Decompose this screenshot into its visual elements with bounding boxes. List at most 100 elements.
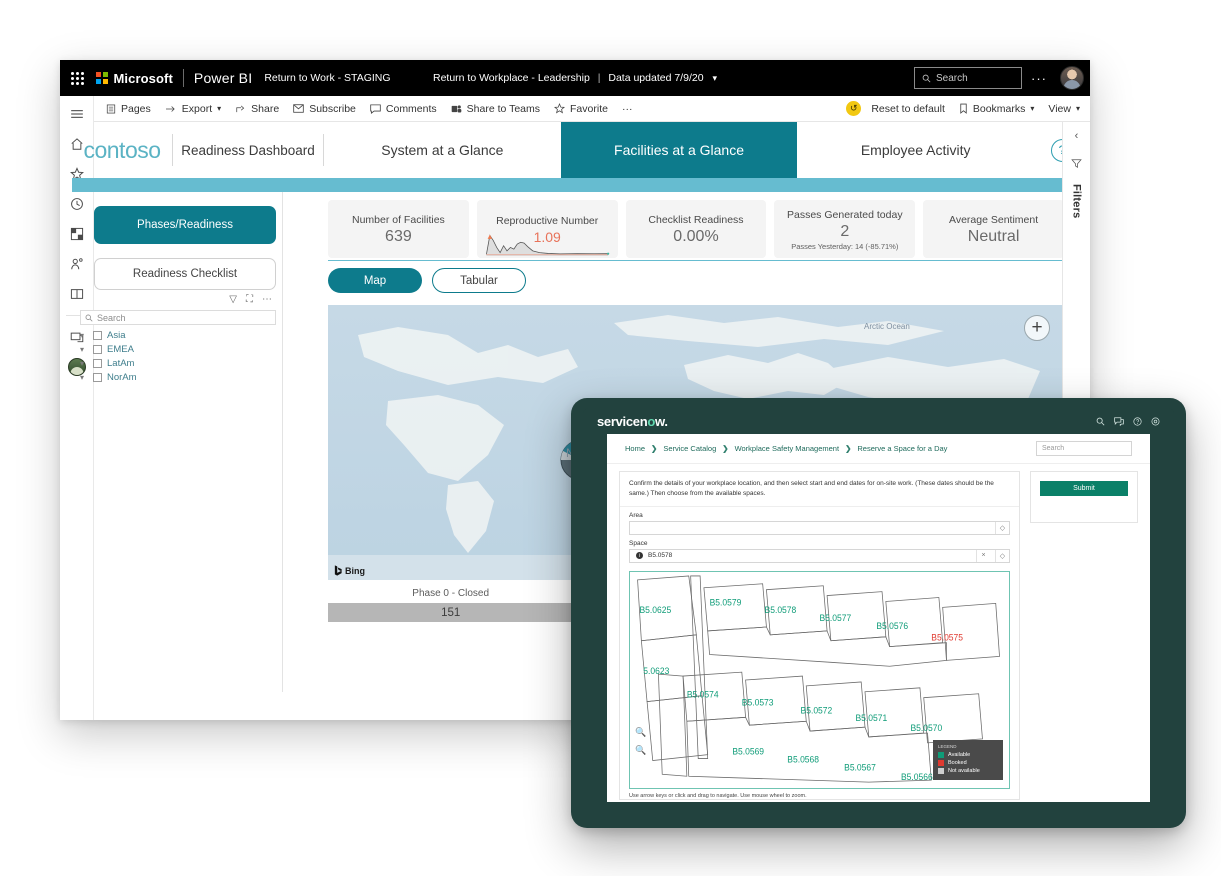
command-export[interactable]: Export ▾ <box>165 103 221 115</box>
space-label: B5.0567 <box>844 762 876 772</box>
slicer-search-placeholder: Search <box>97 313 126 323</box>
phase-header: Phase 0 - Closed <box>328 588 573 599</box>
readiness-checklist-button[interactable]: Readiness Checklist <box>94 258 276 290</box>
region-slicer: ▽ ⛶ ⋯ Search ▾ Asia ▾ EMEA <box>80 294 276 384</box>
floor-plan-map[interactable]: B5.0625 5.0623 B5.0579 B5.0578 B5.0577 B… <box>629 571 1010 789</box>
user-avatar[interactable] <box>1060 66 1084 90</box>
command-pages[interactable]: Pages <box>106 103 151 115</box>
space-input[interactable]: i B5.0578 × ◇ <box>629 549 1010 563</box>
tab-system-at-a-glance[interactable]: System at a Glance <box>324 122 561 178</box>
reservation-form: Confirm the details of your workplace lo… <box>619 471 1020 800</box>
section-divider <box>328 260 1064 261</box>
breadcrumb-item-home[interactable]: Home <box>625 444 645 453</box>
microsoft-logo[interactable]: Microsoft <box>96 71 173 86</box>
zoom-in-button[interactable]: + <box>1024 315 1050 341</box>
filter-icon[interactable] <box>1071 156 1082 174</box>
view-button[interactable]: View ▾ <box>1048 103 1080 115</box>
more-options-button[interactable]: ··· <box>1022 71 1056 86</box>
command-comments[interactable]: Comments <box>370 103 437 115</box>
kpi-reproductive-number[interactable]: Reproductive Number 1.09 <box>477 200 618 258</box>
panel-divider <box>282 192 283 692</box>
reset-to-default-button[interactable]: ↺ Reset to default <box>846 101 945 116</box>
command-more[interactable]: ··· <box>622 103 633 115</box>
phase-bar-value[interactable]: 151 <box>328 603 573 622</box>
tab-facilities-at-a-glance[interactable]: Facilities at a Glance <box>561 122 798 178</box>
toggle-map[interactable]: Map <box>328 268 422 293</box>
kpi-passes-generated-today[interactable]: Passes Generated today 2 Passes Yesterda… <box>774 200 915 258</box>
chevron-down-icon[interactable]: ▾ <box>80 359 88 368</box>
slicer-item-latam[interactable]: ▾ LatAm <box>80 356 276 370</box>
view-toggle-group: Map Tabular <box>328 268 526 293</box>
floor-plan-legend: LEGEND Available Booked <box>933 740 1003 780</box>
bing-attribution[interactable]: Bing <box>334 565 365 576</box>
command-label: Favorite <box>570 103 608 115</box>
servicenow-logo[interactable]: servicenow. <box>597 414 668 429</box>
slicer-item-label: LatAm <box>107 358 134 369</box>
sidebar-item-recent[interactable] <box>60 189 94 219</box>
chevron-down-icon: ▾ <box>1030 104 1034 113</box>
chat-icon[interactable] <box>1114 417 1124 426</box>
slicer-item-emea[interactable]: ▾ EMEA <box>80 342 276 356</box>
space-label: B5.0573 <box>742 697 774 707</box>
teams-icon <box>451 104 462 114</box>
command-subscribe[interactable]: Subscribe <box>293 103 356 115</box>
command-favorite[interactable]: Favorite <box>554 103 608 115</box>
sidebar-item-apps[interactable] <box>60 219 94 249</box>
chevron-down-icon[interactable]: ▾ <box>712 73 717 84</box>
lookup-icon[interactable]: ◇ <box>995 522 1009 534</box>
kpi-value: 0.00% <box>673 228 718 246</box>
focus-icon[interactable]: ⛶ <box>246 294 253 305</box>
kpi-number-of-facilities[interactable]: Number of Facilities 639 <box>328 200 469 258</box>
space-label: B5.0575 <box>931 632 963 642</box>
settings-icon[interactable] <box>1151 417 1160 426</box>
filter-icon[interactable]: ▽ <box>229 294 237 305</box>
command-share-to-teams[interactable]: Share to Teams <box>451 103 540 115</box>
space-label: B5.0579 <box>710 597 742 607</box>
servicenow-search-input[interactable]: Search <box>1036 441 1132 456</box>
checkbox[interactable] <box>93 373 102 382</box>
zoom-out-icon[interactable]: 🔍 <box>635 745 646 756</box>
lookup-icon[interactable]: ◇ <box>995 550 1009 562</box>
clear-icon[interactable]: × <box>976 550 990 562</box>
servicenow-top-icons <box>1096 417 1160 426</box>
breadcrumb-item-workplace-safety-management[interactable]: Workplace Safety Management <box>735 444 840 453</box>
submit-button[interactable]: Submit <box>1040 481 1128 496</box>
bookmark-icon <box>959 103 968 114</box>
breadcrumb-item-service-catalog[interactable]: Service Catalog <box>663 444 716 453</box>
slicer-item-noram[interactable]: ▾ NorAm <box>80 370 276 384</box>
search-icon[interactable] <box>1096 417 1105 426</box>
space-label: B5.0571 <box>856 713 888 723</box>
chevron-down-icon[interactable]: ▾ <box>80 373 88 382</box>
kpi-checklist-readiness[interactable]: Checklist Readiness 0.00% <box>626 200 767 258</box>
phases-readiness-button[interactable]: Phases/Readiness <box>94 206 276 244</box>
kpi-subtext: Passes Yesterday: 14 (-85.71%) <box>791 242 898 251</box>
checkbox[interactable] <box>93 345 102 354</box>
toggle-tabular[interactable]: Tabular <box>432 268 526 293</box>
slicer-item-asia[interactable]: ▾ Asia <box>80 328 276 342</box>
slicer-search-input[interactable]: Search <box>80 310 276 325</box>
power-bi-wordmark[interactable]: Power BI <box>194 70 252 86</box>
command-label: Share to Teams <box>467 103 540 115</box>
app-launcher-icon[interactable] <box>60 72 94 85</box>
zoom-in-icon[interactable]: 🔍 <box>635 727 646 738</box>
collapse-filters-button[interactable]: ‹ <box>1075 130 1079 142</box>
chevron-right-icon: ❯ <box>651 444 657 453</box>
kpi-average-sentiment[interactable]: Average Sentiment Neutral <box>923 200 1064 258</box>
help-icon[interactable] <box>1133 417 1142 426</box>
tab-employee-activity[interactable]: Employee Activity <box>797 122 1034 178</box>
area-input[interactable]: ◇ <box>629 521 1010 535</box>
checkbox[interactable] <box>93 331 102 340</box>
chevron-down-icon[interactable]: ▾ <box>80 331 88 340</box>
chevron-down-icon[interactable]: ▾ <box>80 345 88 354</box>
breadcrumb: Home ❯ Service Catalog ❯ Workplace Safet… <box>625 444 947 453</box>
search-input[interactable]: Search <box>914 67 1022 89</box>
legend-item-available: Available <box>938 752 998 758</box>
command-share[interactable]: Share <box>235 103 279 115</box>
bookmarks-button[interactable]: Bookmarks ▾ <box>959 103 1035 115</box>
checkbox[interactable] <box>93 359 102 368</box>
servicenow-screen: servicenow. Home ❯ Service Catalog ❯ Wor… <box>583 408 1174 814</box>
breadcrumb-item-reserve-a-space-for-a-day[interactable]: Reserve a Space for a Day <box>857 444 947 453</box>
more-icon[interactable]: ⋯ <box>262 294 272 305</box>
kpi-value: Neutral <box>968 228 1020 246</box>
sidebar-item-shared[interactable] <box>60 249 94 279</box>
